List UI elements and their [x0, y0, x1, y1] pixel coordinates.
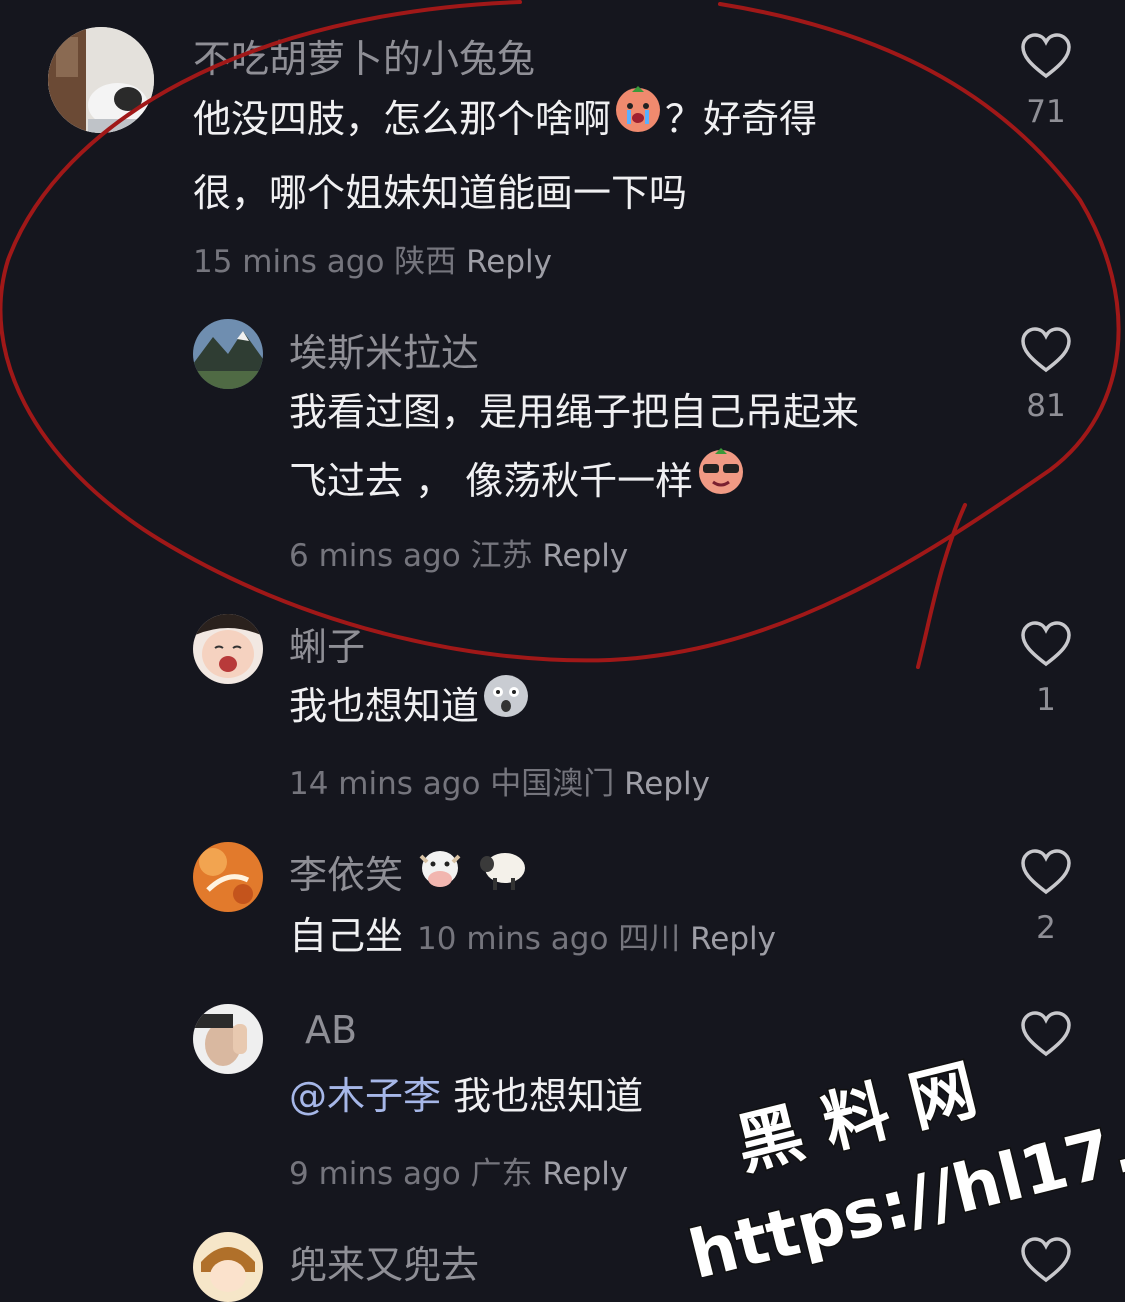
- like-count: 81: [1026, 388, 1066, 424]
- comment-username[interactable]: AB: [305, 1008, 357, 1052]
- heart-icon: [1021, 849, 1071, 895]
- heart-icon: [1021, 327, 1071, 373]
- comment-username-text: 李依笑: [289, 853, 404, 897]
- comment-text: 我看过图，是用绳子把自己吊起来 飞过去 ， 像荡秋千一样: [289, 378, 859, 521]
- like-count: 2: [1036, 910, 1056, 946]
- like-button[interactable]: 71: [1020, 32, 1072, 130]
- comment-text: 他没四肢，怎么那个啥啊 ？好奇得 很，哪个姐妹知道能画一下吗: [193, 84, 817, 227]
- watermark-line1: 黑 料 网: [729, 1051, 984, 1185]
- comment-text-part: 他没四肢，怎么那个啥啊: [193, 97, 612, 141]
- comment-username[interactable]: 埃斯米拉达: [289, 322, 479, 377]
- comment-username[interactable]: 李依笑: [289, 844, 531, 905]
- comment-time: 14 mins ago: [289, 766, 481, 802]
- comment-location: 陕西: [394, 244, 457, 280]
- reply-button[interactable]: Reply: [690, 921, 776, 957]
- like-button[interactable]: 2: [1020, 848, 1072, 946]
- comment-text-line: 我看过图，是用绳子把自己吊起来: [289, 390, 860, 434]
- heart-icon: [1021, 33, 1071, 79]
- sunglasses-emoji-icon: [693, 442, 749, 517]
- cartoon-girl-avatar-icon: [193, 1232, 263, 1302]
- mountain-landscape-avatar-icon: [193, 319, 263, 389]
- comment-location: 中国澳门: [490, 766, 615, 802]
- hand-face-avatar-icon: [193, 1004, 263, 1074]
- comment-meta: 10 mins ago 四川 Reply: [417, 921, 776, 957]
- avatar[interactable]: [193, 614, 263, 684]
- comment-text-line: 自己坐: [289, 914, 404, 958]
- heart-icon: [1021, 621, 1071, 667]
- like-count: 71: [1026, 94, 1066, 130]
- avatar[interactable]: [193, 319, 263, 389]
- avatar[interactable]: [48, 27, 154, 133]
- comment-meta: 6 mins ago 江苏 Reply: [289, 530, 628, 575]
- reply-button[interactable]: Reply: [542, 538, 628, 574]
- comment-time: 6 mins ago: [289, 538, 461, 574]
- avatar[interactable]: [193, 842, 263, 912]
- crying-baby-avatar-icon: [193, 614, 263, 684]
- mention-link[interactable]: @木子李: [289, 1074, 441, 1118]
- comment-meta: 15 mins ago 陕西 Reply: [193, 236, 552, 281]
- reply-button[interactable]: Reply: [624, 766, 710, 802]
- comment-text: 自己坐 10 mins ago 四川 Reply: [289, 902, 776, 973]
- comment-text-line: 我也想知道: [289, 684, 480, 728]
- crying-emoji-icon: [611, 80, 665, 155]
- comment-username[interactable]: 蜊子: [289, 616, 365, 671]
- comment-location: 四川: [618, 921, 681, 957]
- avatar[interactable]: [193, 1004, 263, 1074]
- comment-text: @木子李 我也想知道: [289, 1062, 643, 1130]
- heart-icon: [1021, 1011, 1071, 1057]
- like-count: 1: [1036, 682, 1056, 718]
- comment-text-line: 飞过去 ， 像荡秋千一样: [289, 459, 694, 503]
- sheep-emoji-icon: [477, 846, 531, 901]
- comment-time: 10 mins ago: [417, 921, 609, 957]
- comment-location: 江苏: [470, 538, 533, 574]
- comment-time: 15 mins ago: [193, 244, 385, 280]
- like-button[interactable]: 1: [1020, 620, 1072, 718]
- cow-face-emoji-icon: [415, 846, 465, 901]
- comment-text-line: 我也想知道: [453, 1074, 644, 1118]
- comment-username[interactable]: 兜来又兜去: [289, 1234, 479, 1289]
- avatar[interactable]: [193, 1232, 263, 1302]
- reply-button[interactable]: Reply: [542, 1156, 628, 1192]
- comment-text-part: ？好奇得: [665, 97, 818, 141]
- like-button[interactable]: 81: [1020, 326, 1072, 424]
- comment-location: 广东: [470, 1156, 533, 1192]
- comment-text: 我也想知道: [289, 672, 533, 745]
- comment-time: 9 mins ago: [289, 1156, 461, 1192]
- comment-meta: 9 mins ago 广东 Reply: [289, 1148, 628, 1193]
- shocked-face-emoji-icon: [479, 668, 533, 741]
- like-button[interactable]: [1020, 1010, 1072, 1072]
- comment-meta: 14 mins ago 中国澳门 Reply: [289, 758, 710, 803]
- cat-photo-avatar-icon: [48, 27, 154, 133]
- comment-text-line: 很，哪个姐妹知道能画一下吗: [193, 171, 688, 215]
- reply-button[interactable]: Reply: [466, 244, 552, 280]
- orange-painting-avatar-icon: [193, 842, 263, 912]
- comment-username[interactable]: 不吃胡萝卜的小兔兔: [193, 28, 535, 83]
